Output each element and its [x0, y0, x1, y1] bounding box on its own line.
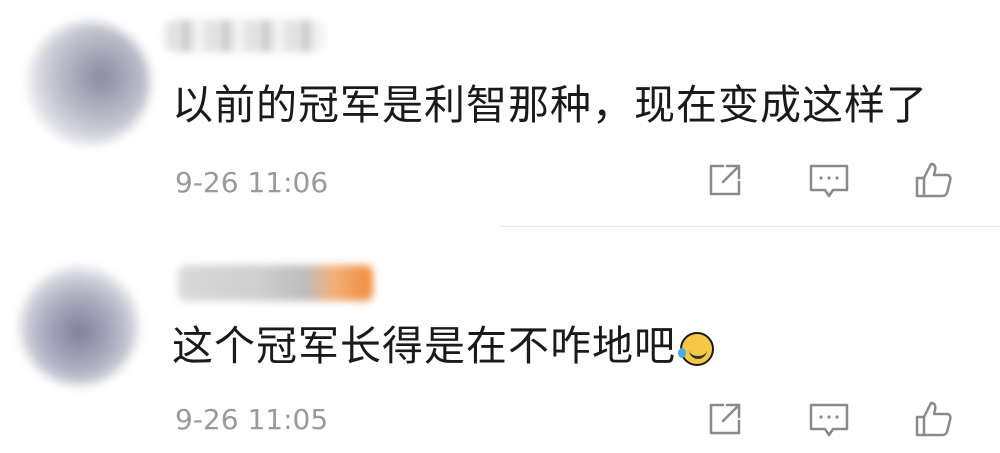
comment-icon — [809, 164, 849, 198]
like-button[interactable] — [908, 394, 958, 444]
username-blurred[interactable] — [165, 20, 325, 52]
like-button[interactable] — [908, 155, 958, 205]
comment-text-line: 这个冠军长得是在不咋地吧 — [172, 321, 714, 371]
comment-text: 这个冠军长得是在不咋地吧 — [172, 322, 676, 370]
thumbs-up-icon — [915, 162, 952, 198]
comment-timestamp: 9-26 11:06 — [175, 166, 329, 199]
laughing-crying-emoji-icon — [678, 332, 714, 366]
share-button[interactable] — [700, 155, 750, 205]
comment-actions — [700, 394, 960, 444]
share-icon — [709, 403, 741, 435]
comment-icon — [809, 403, 849, 437]
comment-actions — [700, 155, 960, 205]
share-icon — [709, 164, 741, 196]
reply-button[interactable] — [804, 394, 854, 444]
username-blurred[interactable] — [178, 265, 373, 301]
comment-item: 这个冠军长得是在不咋地吧 9-26 11:05 — [0, 227, 1000, 453]
comment-item: 以前的冠军是利智那种，现在变成这样了 9-26 11:06 — [0, 0, 1000, 227]
avatar[interactable] — [28, 22, 150, 144]
share-button[interactable] — [700, 394, 750, 444]
reply-button[interactable] — [804, 155, 854, 205]
thumbs-up-icon — [915, 401, 952, 437]
comment-text: 以前的冠军是利智那种，现在变成这样了 — [172, 81, 928, 129]
comment-timestamp: 9-26 11:05 — [175, 403, 329, 436]
avatar[interactable] — [20, 267, 138, 385]
